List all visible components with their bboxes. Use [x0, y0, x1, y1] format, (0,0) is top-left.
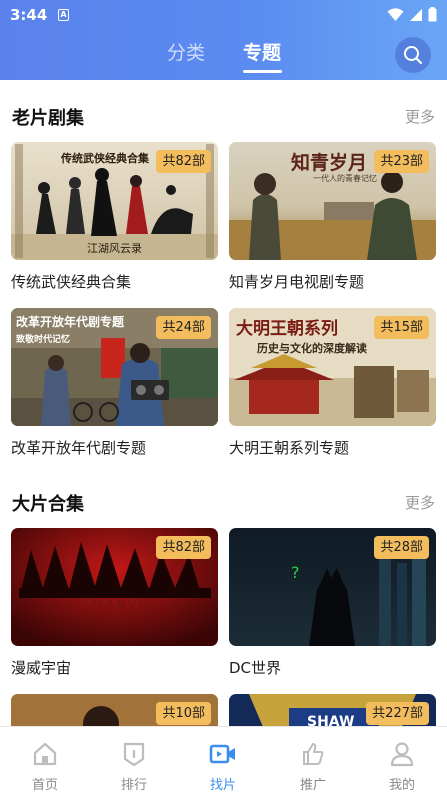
more-link[interactable]: 更多	[405, 106, 435, 127]
thumbs-up-icon	[303, 743, 324, 765]
count-badge: 共28部	[374, 536, 429, 559]
svg-text:?: ?	[291, 563, 300, 582]
battery-icon	[428, 7, 437, 22]
tab-topic[interactable]: 专题	[243, 38, 281, 65]
poster-title: 传统武侠经典合集	[61, 152, 149, 165]
poster-image: ? 共28部	[229, 528, 436, 646]
nav-mine[interactable]: 我的	[372, 741, 432, 793]
card-title: 知青岁月电视剧专题	[229, 273, 365, 291]
home-icon	[33, 742, 57, 766]
section-header-blockbusters: 大片合集 更多	[12, 490, 435, 520]
app-header: 3:44 A 分类 专题	[0, 0, 447, 80]
bottom-nav: 首页 排行 找片 推广 我的	[0, 726, 447, 796]
video-camera-icon	[209, 744, 235, 764]
search-icon	[404, 46, 423, 65]
count-badge: 共82部	[156, 536, 211, 559]
poster-subtitle: 江湖风云录	[87, 242, 142, 255]
nav-find[interactable]: 找片	[193, 741, 253, 793]
count-badge: 共24部	[156, 316, 211, 339]
card-title: DC世界	[229, 659, 282, 677]
wifi-icon	[387, 7, 404, 21]
section-title: 老片剧集	[12, 108, 84, 129]
count-badge: 共10部	[156, 702, 211, 725]
poster-subtitle: 一代人的青春记忆	[313, 174, 377, 183]
poster-title: 知青岁月	[291, 152, 368, 174]
poster-title: 大明王朝系列	[236, 319, 338, 339]
topic-card[interactable]: ? 共28部 DC世界	[229, 528, 436, 678]
nav-label: 首页	[31, 778, 58, 793]
nav-home[interactable]: 首页	[15, 741, 75, 793]
poster-image: MARVEL 共82部	[11, 528, 218, 646]
user-icon	[390, 742, 414, 767]
topic-card[interactable]: 改革开放年代剧专题 致敬时代记忆 共24部 改革开放年代剧专题	[11, 308, 218, 458]
status-icons	[387, 7, 437, 22]
more-link[interactable]: 更多	[405, 492, 435, 513]
nav-ranking[interactable]: 排行	[104, 741, 164, 793]
topic-card[interactable]: 大明王朝系列 历史与文化的深度解读 共15部 大明王朝系列专题	[229, 308, 436, 458]
nav-label: 推广	[299, 778, 326, 793]
tab-classify[interactable]: 分类	[167, 38, 205, 65]
poster-image: 改革开放年代剧专题 致敬时代记忆 共24部	[11, 308, 218, 426]
nav-label: 排行	[120, 778, 147, 793]
poster-image: 传统武侠经典合集 江湖风云录 共82部	[11, 142, 218, 260]
poster-image: 共10部	[11, 694, 218, 726]
card-title: 传统武侠经典合集	[11, 273, 132, 291]
ranking-icon	[123, 742, 145, 767]
signal-icon	[410, 8, 422, 21]
card-title: 漫威宇宙	[11, 659, 72, 677]
topic-card[interactable]: SHAW 共227部	[229, 694, 436, 726]
count-badge: 共227部	[366, 702, 429, 725]
top-tabs: 分类 专题	[0, 38, 447, 78]
topic-card[interactable]: 共10部	[11, 694, 218, 726]
search-button[interactable]	[395, 37, 431, 73]
poster-subtitle: 历史与文化的深度解读	[257, 342, 367, 355]
card-title: 大明王朝系列专题	[229, 439, 350, 457]
nav-label: 找片	[209, 778, 236, 793]
poster-image: 知青岁月 一代人的青春记忆 共23部	[229, 142, 436, 260]
section-title: 大片合集	[12, 494, 84, 515]
count-badge: 共23部	[374, 150, 429, 173]
topic-card[interactable]: MARVEL 共82部 漫威宇宙	[11, 528, 218, 678]
topic-card[interactable]: 传统武侠经典合集 江湖风云录 共82部 传统武侠经典合集	[11, 142, 218, 292]
topic-card[interactable]: 知青岁月 一代人的青春记忆 共23部 知青岁月电视剧专题	[229, 142, 436, 292]
topic-content[interactable]: 老片剧集 更多 传统武侠经典合集 江湖风云录 共82部 传统武侠经典合集 知青岁…	[0, 80, 447, 726]
section-header-old-series: 老片剧集 更多	[12, 104, 435, 134]
card-title: 改革开放年代剧专题	[11, 439, 147, 457]
nav-promote[interactable]: 推广	[283, 741, 343, 793]
poster-title: MARVEL	[91, 598, 158, 613]
poster-title: SHAW	[307, 714, 355, 726]
poster-title: 改革开放年代剧专题	[16, 315, 125, 329]
status-time: 3:44	[10, 6, 48, 24]
count-badge: 共82部	[156, 150, 211, 173]
active-tab-indicator	[243, 70, 282, 73]
poster-image: SHAW 共227部	[229, 694, 436, 726]
nav-label: 我的	[388, 778, 415, 793]
poster-image: 大明王朝系列 历史与文化的深度解读 共15部	[229, 308, 436, 426]
status-bar: 3:44 A	[0, 0, 447, 30]
count-badge: 共15部	[374, 316, 429, 339]
notification-icon: A	[58, 9, 69, 21]
poster-subtitle: 致敬时代记忆	[16, 335, 71, 345]
